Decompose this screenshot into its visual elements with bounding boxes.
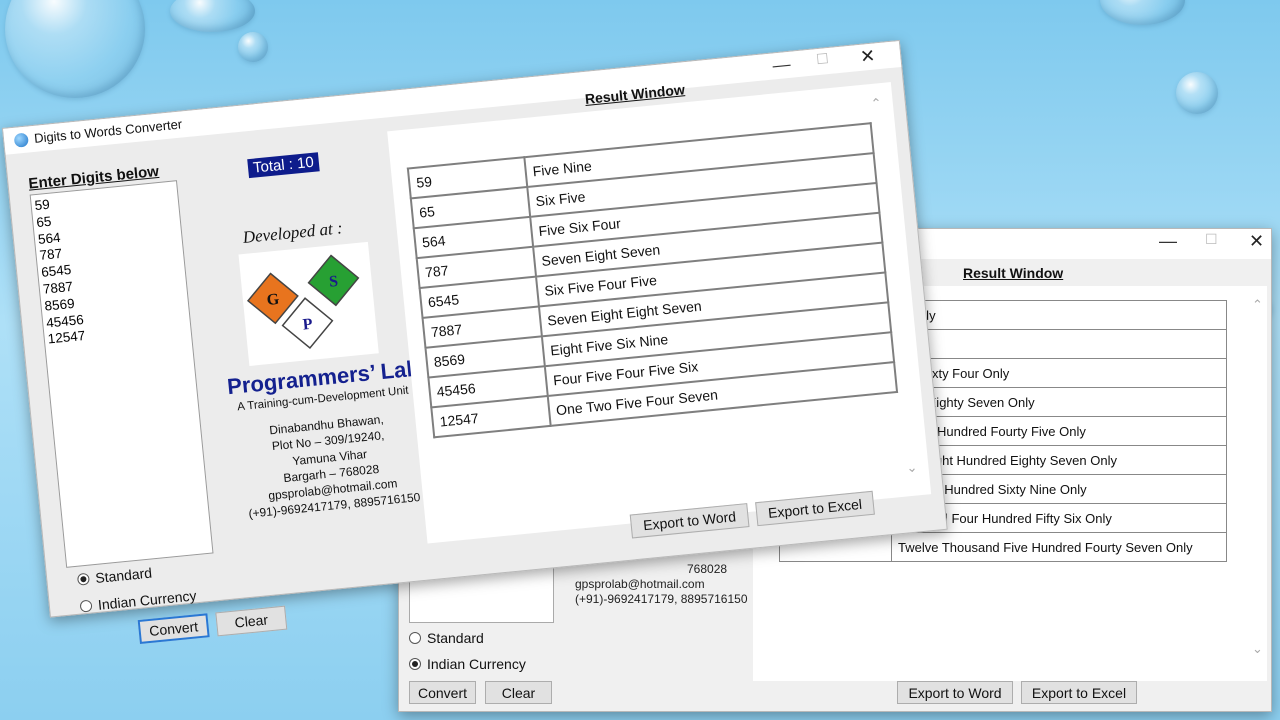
address-block: 768028 gpsprolab@hotmail.com (+91)-96924… [575, 562, 748, 607]
convert-button[interactable]: Convert [137, 613, 210, 644]
export-excel-button[interactable]: Export to Excel [1021, 681, 1137, 704]
maximize-icon[interactable]: ☐ [1205, 231, 1218, 248]
clear-button[interactable]: Clear [215, 605, 288, 637]
minimize-icon[interactable]: — [1159, 231, 1177, 252]
logo-letter: P [302, 316, 314, 334]
close-icon[interactable]: ✕ [859, 45, 876, 67]
radio-indian-currency[interactable]: Indian Currency [409, 656, 526, 672]
address-line: gpsprolab@hotmail.com [575, 577, 705, 591]
radio-standard-label: Standard [427, 630, 484, 646]
address-line: (+91)-9692417179, 8895716150 [575, 592, 748, 606]
water-drop-small [238, 32, 268, 62]
address-block: Dinabandhu Bhawan, Plot No – 309/19240, … [231, 408, 430, 524]
words-cell: Twelve Thousand Five Hundred Fourty Seve… [891, 532, 1227, 562]
radio-indian-label: Indian Currency [97, 587, 198, 613]
words-cell: Only [891, 329, 1227, 359]
maximize-icon[interactable]: ☐ [815, 50, 829, 68]
result-window-title: Result Window [963, 265, 1064, 281]
radio-button[interactable] [79, 599, 93, 613]
gps-logo: G S P [238, 241, 379, 366]
address-line: 768028 [687, 562, 728, 576]
convert-button[interactable]: Convert [409, 681, 476, 704]
radio-standard[interactable]: Standard [409, 630, 484, 646]
radio-standard[interactable]: Standard [76, 564, 153, 588]
words-cell: red Sixty Four Only [891, 358, 1227, 388]
result-table: 59 Five Nine 65 Six Five 564 Five Six Four 787… [407, 122, 898, 438]
radio-indian-currency[interactable]: Indian Currency [79, 587, 197, 614]
words-cell: e Only [891, 300, 1227, 330]
scroll-down-icon[interactable]: ⌄ [906, 459, 918, 476]
clear-button[interactable]: Clear [485, 681, 552, 704]
logo-letter: G [266, 291, 281, 309]
water-drop-large [5, 0, 145, 98]
radio-indian-label: Indian Currency [427, 656, 526, 672]
radio-button[interactable] [76, 572, 90, 586]
close-icon[interactable]: ✕ [1249, 231, 1264, 252]
digits-input[interactable]: 59 65 564 787 6545 7887 8569 45456 12547 [29, 180, 214, 568]
scroll-up-icon[interactable]: ⌃ [870, 95, 882, 112]
logo-letter: S [328, 273, 339, 291]
radio-standard-label: Standard [94, 564, 153, 586]
water-drop-small [1100, 0, 1185, 25]
scroll-down-icon[interactable]: ⌄ [1252, 641, 1263, 657]
total-badge: Total : 10 [247, 152, 320, 179]
water-drop-small [1176, 72, 1218, 114]
converter-window-front: Digits to Words Converter — ☐ ✕ Enter Di… [2, 39, 948, 644]
words-cell: d Five Hundred Fourty Five Only [891, 416, 1227, 446]
water-drop-small [170, 0, 255, 32]
words-cell: dred Eighty Seven Only [891, 387, 1227, 417]
developed-at-label: Developed at : [241, 218, 344, 247]
radio-button[interactable] [409, 632, 421, 644]
scroll-up-icon[interactable]: ⌃ [1252, 297, 1263, 313]
minimize-icon[interactable]: — [772, 54, 792, 77]
radio-button[interactable] [409, 658, 421, 670]
export-word-button[interactable]: Export to Word [897, 681, 1013, 704]
